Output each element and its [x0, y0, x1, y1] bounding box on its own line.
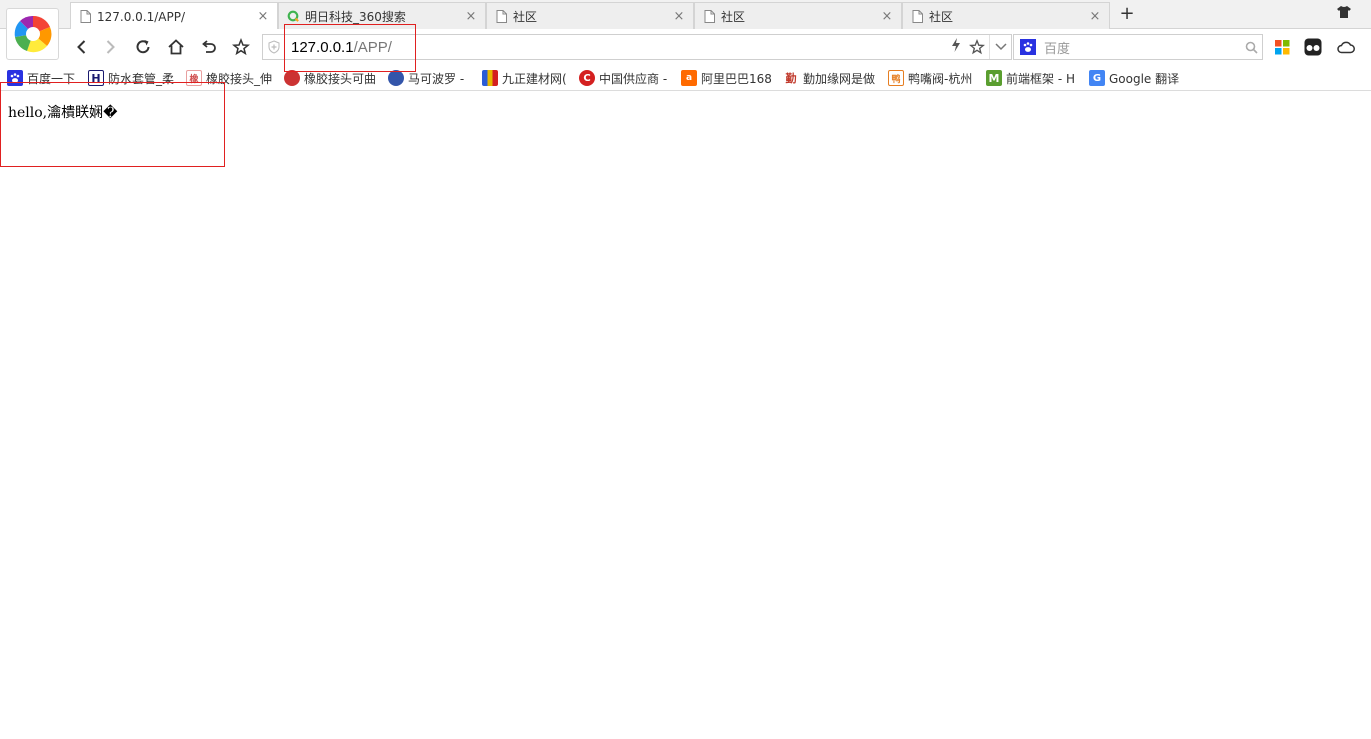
tab-title: 社区 [513, 9, 538, 24]
close-icon[interactable]: × [1089, 9, 1101, 24]
forward-arrow-icon [106, 40, 115, 54]
bookmark-item[interactable]: a 阿里巴巴168 [681, 68, 772, 88]
document-icon [79, 10, 91, 24]
bookmark-item[interactable]: 橡胶接头可曲 [284, 68, 376, 88]
m-logo-icon: M [986, 70, 1002, 86]
tab-title: 127.0.0.1/APP/ [97, 9, 186, 24]
bookmark-item[interactable]: G Google 翻译 [1089, 68, 1179, 88]
google-translate-icon: G [1089, 70, 1105, 86]
360-search-icon [287, 9, 299, 23]
new-tab-button[interactable]: + [1118, 4, 1136, 24]
page-viewport: hello,瀹樻眹娴� [0, 92, 1371, 739]
tab-5[interactable]: 社区 × [902, 2, 1110, 29]
bookmark-item[interactable]: 百度一下 [7, 68, 75, 88]
bookmark-item[interactable]: 九正建材网( [482, 68, 567, 88]
qinjiayuan-icon: 勤 [783, 70, 799, 86]
marco-polo-icon [388, 70, 404, 86]
tab-title: 社区 [929, 9, 954, 24]
search-box[interactable]: 百度 [1013, 34, 1263, 60]
bookmark-label: 鸭嘴阀-杭州 [908, 71, 973, 86]
bookmark-label: 前端框架 - H [1006, 71, 1075, 86]
url-host: 127.0.0.1 [291, 38, 354, 56]
bookmark-item[interactable]: 勤 勤加缘网是做 [783, 68, 875, 88]
close-icon[interactable]: × [257, 9, 269, 24]
tab-1[interactable]: 127.0.0.1/APP/ × [70, 2, 278, 30]
reload-icon [136, 40, 150, 54]
tab-2[interactable]: 明日科技_360搜索 × [278, 2, 486, 29]
browser-logo-graphic [13, 15, 52, 53]
browser-logo-icon[interactable] [6, 8, 59, 60]
bookmark-item[interactable]: H 防水套管_柔 [88, 68, 174, 88]
cloud-icon[interactable] [1337, 38, 1355, 56]
shield-icon[interactable] [263, 35, 285, 59]
favorites-button[interactable] [231, 37, 251, 57]
home-icon [168, 39, 184, 55]
site-favicon-icon: 橡 [186, 70, 202, 86]
apps-grid-icon[interactable] [1273, 38, 1291, 56]
chevron-down-icon[interactable] [989, 35, 1011, 59]
tab-strip: 127.0.0.1/APP/ × 明日科技_360搜索 × 社区 × 社区 × … [0, 0, 1371, 60]
bookmark-label: 勤加缘网是做 [803, 71, 876, 86]
page-content-text: hello,瀹樻眹娴� [8, 105, 118, 121]
tab-4[interactable]: 社区 × [694, 2, 902, 29]
home-button[interactable] [166, 37, 186, 57]
bookmark-label: Google 翻译 [1109, 71, 1180, 86]
bookmark-item[interactable]: 橡 橡胶接头_伸 [186, 68, 272, 88]
tab-title: 社区 [721, 9, 746, 24]
china-supplier-icon: C [579, 70, 595, 86]
bookmark-label: 马可波罗 - [408, 71, 465, 86]
h-logo-icon: H [88, 70, 104, 86]
skin-shirt-icon[interactable] [1336, 6, 1352, 22]
bookmark-label: 百度一下 [27, 71, 76, 86]
jiuzheng-icon [482, 70, 498, 86]
reload-button[interactable] [133, 37, 153, 57]
duckbill-icon: 鸭 [888, 70, 904, 86]
bookmark-star-icon[interactable] [965, 39, 989, 55]
extension-icon[interactable] [1304, 38, 1322, 56]
bookmark-item[interactable]: M 前端框架 - H [986, 68, 1075, 88]
close-icon[interactable]: × [881, 9, 893, 24]
close-icon[interactable]: × [673, 9, 685, 24]
bookmark-label: 阿里巴巴168 [701, 71, 772, 86]
back-button[interactable] [72, 37, 92, 57]
tab-3[interactable]: 社区 × [486, 2, 694, 29]
lightning-icon[interactable] [947, 38, 965, 56]
alibaba-icon: a [681, 70, 697, 86]
navigation-toolbar: 127.0.0.1/APP/ 百度 [0, 29, 1371, 65]
site-favicon-icon [284, 70, 300, 86]
bookmark-item[interactable]: 鸭 鸭嘴阀-杭州 [888, 68, 972, 88]
tab-title: 明日科技_360搜索 [305, 9, 406, 24]
search-icon[interactable] [1240, 41, 1262, 54]
document-icon [911, 9, 923, 23]
close-icon[interactable]: × [465, 9, 477, 24]
url-path: /APP/ [353, 38, 392, 56]
star-icon [232, 38, 250, 56]
undo-close-tab-button[interactable] [199, 37, 219, 57]
search-input[interactable]: 百度 [1036, 38, 1240, 57]
bookmark-label: 橡胶接头可曲 [304, 71, 377, 86]
document-icon [703, 9, 715, 23]
forward-button[interactable] [100, 37, 120, 57]
bookmark-item[interactable]: 马可波罗 - [388, 68, 464, 88]
address-bar[interactable]: 127.0.0.1/APP/ [262, 34, 1012, 60]
undo-icon [202, 40, 216, 53]
bookmark-item[interactable]: C 中国供应商 - [579, 68, 667, 88]
bookmark-label: 中国供应商 - [599, 71, 668, 86]
bookmark-label: 防水套管_柔 [108, 71, 175, 86]
bookmarks-bar: 百度一下 H 防水套管_柔 橡 橡胶接头_伸 橡胶接头可曲 马可波罗 - 九正建… [0, 65, 1371, 91]
document-icon [495, 9, 507, 23]
bookmark-label: 九正建材网( [502, 71, 567, 86]
url-text[interactable]: 127.0.0.1/APP/ [285, 39, 947, 56]
back-arrow-icon [77, 40, 86, 54]
baidu-paw-icon[interactable] [1020, 39, 1036, 55]
bookmark-label: 橡胶接头_伸 [206, 71, 273, 86]
baidu-paw-icon [7, 70, 23, 86]
